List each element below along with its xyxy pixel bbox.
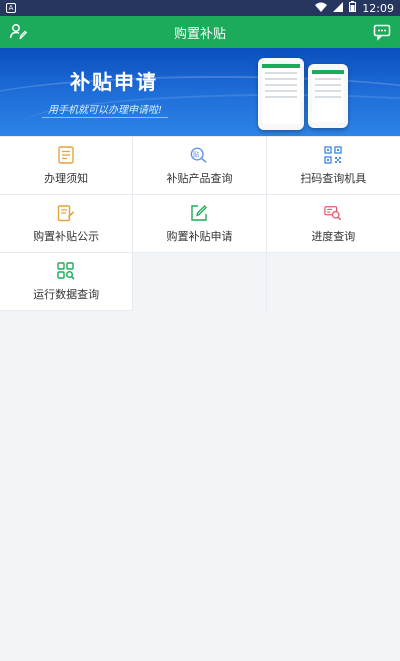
menu-item-label: 进度查询 — [311, 229, 356, 243]
menu-item-scan-machine-query[interactable]: 扫码查询机具 — [266, 137, 400, 195]
menu-item-label: 扫码查询机具 — [300, 171, 367, 185]
tablet-illustration-right — [308, 64, 348, 128]
banner[interactable]: 补贴申请 用手机就可以办理申请啦! — [0, 48, 400, 136]
menu-item-operation-data-query[interactable]: 运行数据查询 — [0, 253, 134, 311]
empty-grid-cell — [266, 253, 400, 311]
progress-search-icon — [324, 204, 342, 222]
empty-grid-cell — [133, 253, 267, 311]
menu-item-subsidy-application[interactable]: 购置补贴申请 — [133, 195, 267, 253]
banner-subtitle: 用手机就可以办理申请啦! — [42, 100, 169, 118]
notice-edit-icon — [57, 204, 75, 222]
tablet-illustration-left — [258, 58, 304, 130]
clock: 12:09 — [362, 1, 394, 15]
battery-icon — [349, 1, 357, 15]
grid-search-icon — [57, 261, 75, 280]
menu-item-label: 补贴产品查询 — [166, 171, 233, 185]
title-bar: 购置补贴 — [0, 16, 400, 48]
menu-grid: 办理须知 贴 补贴产品查询 扫码查询机具 购置补贴公示 购置补贴申请 进度查询 — [0, 136, 400, 311]
menu-item-label: 购置补贴申请 — [166, 229, 233, 243]
page-title: 购置补贴 — [173, 26, 226, 42]
qr-code-icon — [324, 145, 343, 164]
search-subsidy-icon: 贴 — [190, 146, 208, 164]
menu-item-guidelines[interactable]: 办理须知 — [0, 137, 134, 195]
wifi-icon — [315, 2, 328, 15]
svg-text:贴: 贴 — [193, 149, 200, 158]
user-settings-icon[interactable] — [8, 22, 28, 42]
menu-item-label: 办理须知 — [44, 171, 89, 185]
notification-badge: A — [6, 3, 16, 13]
status-bar: A 12:09 — [0, 0, 400, 16]
signal-icon — [333, 1, 344, 15]
message-icon[interactable] — [372, 22, 392, 42]
status-icons: 12:09 — [315, 1, 394, 15]
menu-item-label: 购置补贴公示 — [33, 229, 100, 243]
menu-item-subsidy-product-query[interactable]: 贴 补贴产品查询 — [133, 137, 267, 195]
menu-item-progress-query[interactable]: 进度查询 — [266, 195, 400, 253]
menu-item-subsidy-publicity[interactable]: 购置补贴公示 — [0, 195, 134, 253]
edit-box-icon — [190, 204, 208, 222]
document-icon — [57, 145, 75, 164]
banner-title: 补贴申请 — [70, 70, 158, 94]
menu-item-label: 运行数据查询 — [33, 287, 100, 301]
